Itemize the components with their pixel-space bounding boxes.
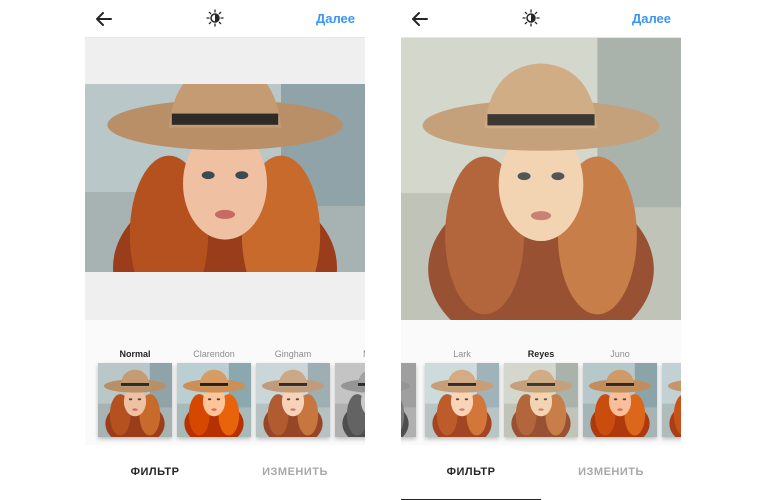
top-bar: Далее — [85, 0, 365, 38]
next-button[interactable]: Далее — [316, 11, 355, 26]
bottom-tabs: ФИЛЬТР ИЗМЕНИТЬ — [401, 445, 681, 500]
lux-adjust-icon[interactable] — [522, 9, 540, 27]
filter-label: Normal — [119, 349, 151, 359]
filter-strip[interactable]: Lark Reyes Juno — [401, 320, 681, 445]
filter-thumbnail — [662, 363, 681, 437]
filter-label: M — [363, 349, 365, 359]
filter-strip[interactable]: Normal Clarendon Gingham M — [85, 320, 365, 445]
back-arrow-icon[interactable] — [411, 10, 429, 28]
back-arrow-icon[interactable] — [95, 10, 113, 28]
filter-thumbnail — [504, 363, 578, 437]
photo-image — [401, 38, 681, 320]
filter-thumbnail — [98, 363, 172, 437]
filter-thumbnail — [425, 363, 499, 437]
photo-image — [85, 84, 365, 272]
filter-thumbnail — [583, 363, 657, 437]
filter-label: Lark — [453, 349, 471, 359]
filter-thumbnail — [335, 363, 365, 437]
filter-thumbnail — [256, 363, 330, 437]
tab-edit[interactable]: ИЗМЕНИТЬ — [225, 445, 365, 500]
lux-adjust-icon[interactable] — [206, 9, 224, 27]
bottom-tabs: ФИЛЬТР ИЗМЕНИТЬ — [85, 445, 365, 500]
top-bar: Далее — [401, 0, 681, 38]
screen-left: Далее Normal Clarendon Gingham M ФИЛЬТР … — [85, 0, 365, 500]
tab-edit[interactable]: ИЗМЕНИТЬ — [541, 445, 681, 500]
photo-preview — [85, 38, 365, 320]
next-button[interactable]: Далее — [632, 11, 671, 26]
filter-label: Gingham — [274, 349, 312, 359]
photo-preview — [401, 38, 681, 320]
tab-filter[interactable]: ФИЛЬТР — [401, 445, 541, 500]
filter-thumbnail — [177, 363, 251, 437]
filter-label: Clarendon — [193, 349, 235, 359]
filter-label: Reyes — [527, 349, 555, 359]
screen-right: Далее Lark Reyes Juno ФИЛЬТР ИЗМЕНИТЬ — [401, 0, 681, 500]
filter-thumbnail — [401, 363, 416, 437]
tab-filter[interactable]: ФИЛЬТР — [85, 445, 225, 500]
filter-label: Juno — [610, 349, 630, 359]
